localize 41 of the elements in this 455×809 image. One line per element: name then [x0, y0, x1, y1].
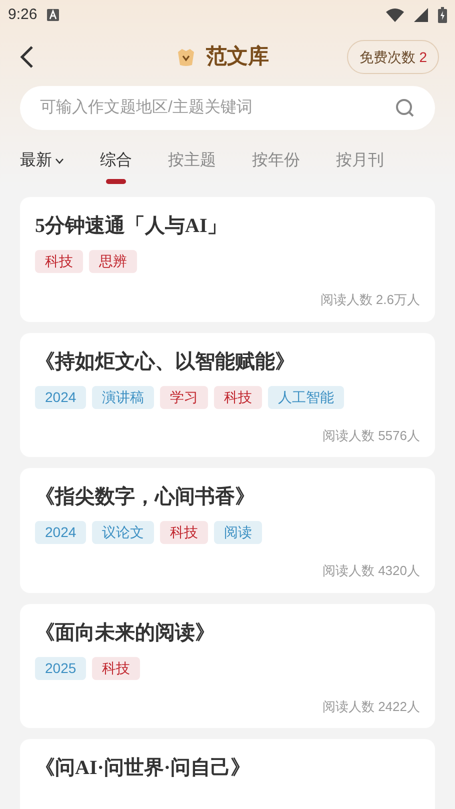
tag: 学习	[160, 386, 208, 408]
tag: 科技	[214, 386, 262, 408]
tag: 阅读	[214, 521, 262, 544]
tag: 科技	[92, 656, 140, 680]
crown-cup-icon	[176, 47, 196, 67]
article-card[interactable]: 《面向未来的阅读》 2025 科技 阅读人数 2422人	[20, 604, 435, 728]
sort-dropdown[interactable]: 最新	[20, 149, 64, 173]
article-title: 5分钟速通「人与AI」	[35, 214, 228, 239]
article-title: 《问AI·问世界·问自己》	[35, 756, 252, 781]
reader-count: 阅读人数 2.6万人	[320, 291, 420, 309]
reader-count: 阅读人数 4320人	[322, 562, 420, 580]
article-title: 《面向未来的阅读》	[35, 620, 216, 646]
tag: 2024	[35, 386, 86, 408]
notification-icon	[47, 9, 60, 21]
tag: 科技	[35, 250, 83, 273]
wifi-icon	[386, 8, 404, 22]
chevron-down-icon	[55, 158, 64, 164]
article-title: 《指尖数字，心间书香》	[35, 484, 256, 510]
article-card[interactable]: 5分钟速通「人与AI」 科技 思辨 阅读人数 2.6万人	[20, 197, 435, 322]
battery-icon	[438, 7, 447, 23]
signal-icon	[414, 8, 428, 22]
reader-count: 阅读人数 5576人	[322, 426, 420, 444]
search-icon[interactable]	[395, 98, 415, 118]
reader-count: 阅读人数 2422人	[322, 698, 420, 716]
article-title: 《持如炬文心、以智能赋能》	[35, 350, 296, 374]
tag: 议论文	[92, 521, 154, 544]
article-card[interactable]: 《问AI·问世界·问自己》	[20, 739, 435, 809]
article-card[interactable]: 《指尖数字，心间书香》 2024 议论文 科技 阅读 阅读人数 4320人	[20, 468, 435, 592]
status-time: 9:26	[8, 4, 38, 25]
search-field[interactable]: 可输入作文题地区/主题关键词	[20, 86, 435, 130]
tag: 2024	[35, 521, 86, 544]
tag: 2025	[35, 656, 86, 680]
tag: 科技	[160, 521, 208, 544]
tag: 人工智能	[268, 386, 344, 408]
filter-tab[interactable]: 综合	[100, 149, 132, 173]
tag: 思辨	[89, 250, 137, 273]
page-title: 范文库	[206, 44, 270, 70]
tab-indicator	[106, 179, 126, 184]
tag: 演讲稿	[92, 386, 154, 408]
article-card[interactable]: 《持如炬文心、以智能赋能》 2024 演讲稿 学习 科技 人工智能 阅读人数 5576人	[20, 332, 435, 457]
free-count-button[interactable]: 免费次数 2	[347, 40, 439, 74]
